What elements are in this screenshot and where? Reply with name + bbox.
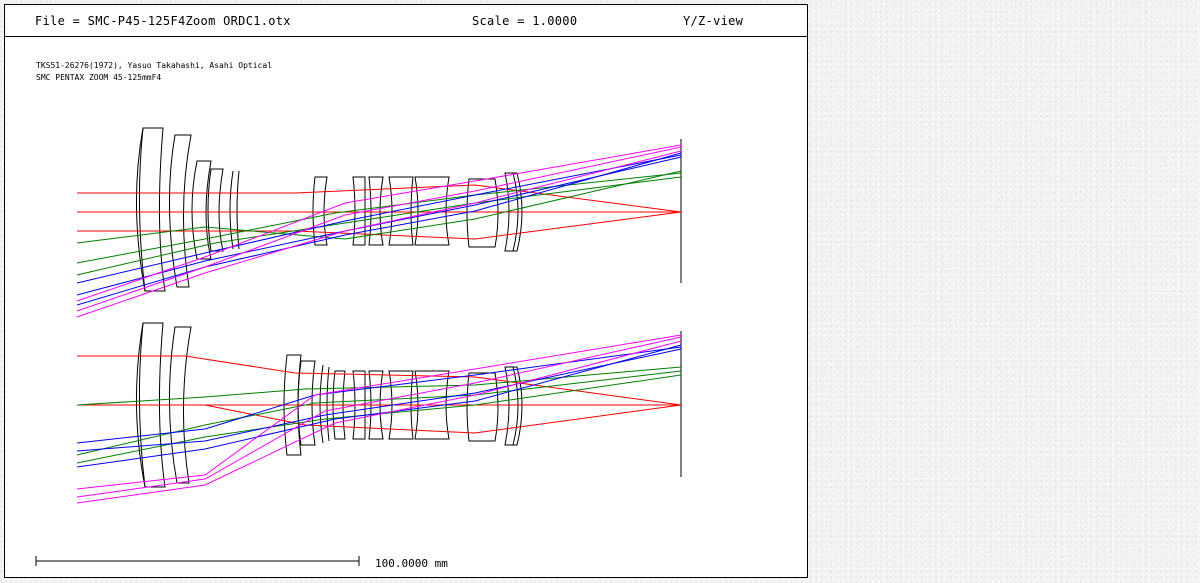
lens-elements-wide bbox=[135, 127, 682, 292]
optical-layout-diagram bbox=[35, 127, 682, 566]
lens-element bbox=[352, 176, 366, 246]
ray-bundles-wide bbox=[76, 144, 682, 318]
lens-element bbox=[207, 168, 224, 252]
scale-bar-label: 100.0000 mm bbox=[375, 557, 448, 570]
scale-bar bbox=[35, 556, 360, 566]
lens-element bbox=[168, 134, 192, 288]
lens-element bbox=[319, 364, 330, 444]
wide-configuration bbox=[76, 127, 682, 318]
ray-bundles-tele bbox=[76, 334, 682, 504]
lens-element bbox=[138, 127, 146, 292]
lens-drawing-sheet: File = SMC-P45-125F4Zoom ORDC1.otx Scale… bbox=[4, 4, 808, 578]
lens-element bbox=[504, 366, 523, 446]
lens-element bbox=[229, 170, 240, 250]
lens-element bbox=[512, 366, 519, 446]
tele-configuration bbox=[76, 322, 682, 504]
